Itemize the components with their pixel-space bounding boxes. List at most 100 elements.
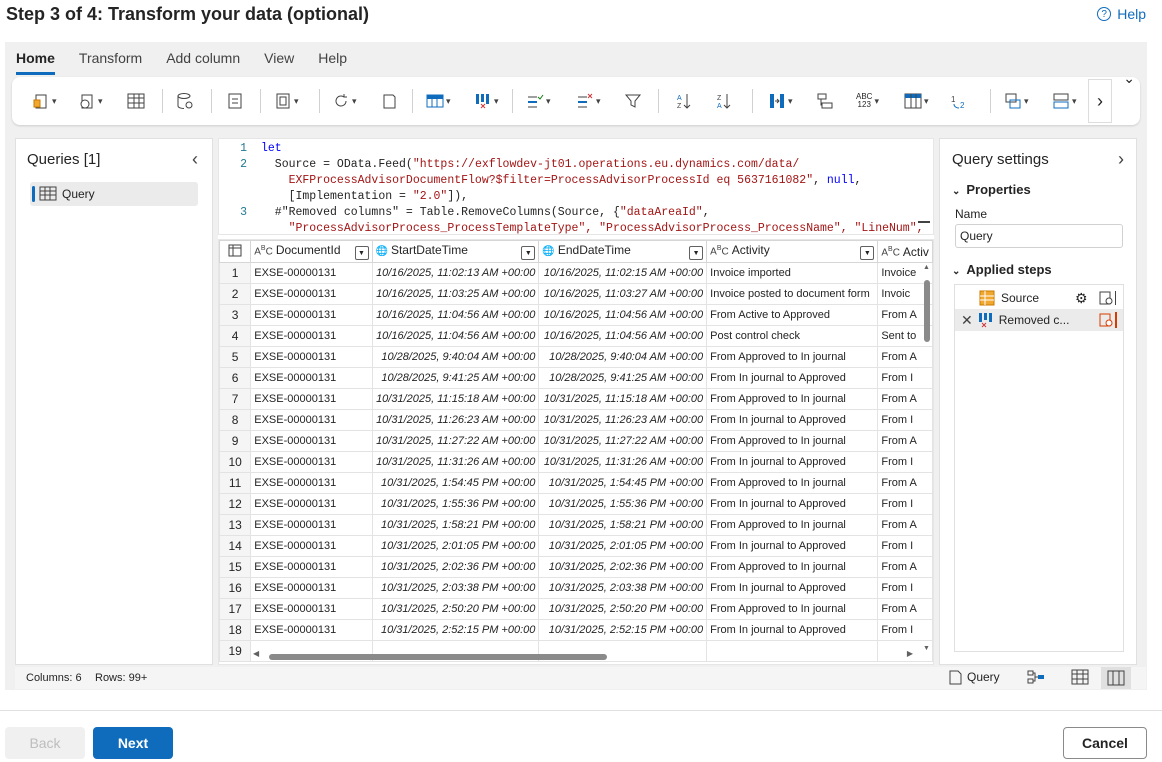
- manage-parameters-icon[interactable]: [226, 91, 244, 111]
- table-cell[interactable]: From In journal to Approved: [706, 451, 879, 473]
- table-cell[interactable]: 10/31/2025, 11:27:22 AM +00:00: [538, 430, 708, 452]
- table-cell[interactable]: 10/31/2025, 1:55:36 PM +00:00: [371, 493, 540, 515]
- table-cell[interactable]: EXSE-00000131: [250, 388, 373, 410]
- collapse-settings-icon[interactable]: ›: [1118, 149, 1124, 170]
- ribbon-more-button[interactable]: ›: [1088, 79, 1112, 123]
- table-cell[interactable]: 10/28/2025, 9:41:25 AM +00:00: [371, 367, 540, 389]
- column-header-enddatetime[interactable]: 🌐 EndDateTime ▼: [538, 240, 708, 263]
- table-cell[interactable]: 10/31/2025, 2:03:38 PM +00:00: [538, 577, 708, 599]
- table-row[interactable]: 1 EXSE-00000131 10/16/2025, 11:02:13 AM +0…: [219, 262, 933, 284]
- tab-home[interactable]: Home: [16, 48, 55, 75]
- replace-values-icon[interactable]: 12: [950, 91, 968, 111]
- table-cell[interactable]: EXSE-00000131: [250, 514, 373, 536]
- table-cell[interactable]: 10/31/2025, 2:52:15 PM +00:00: [538, 619, 708, 641]
- table-cell[interactable]: 10/31/2025, 2:01:05 PM +00:00: [538, 535, 708, 557]
- table-cell[interactable]: 10/31/2025, 11:31:26 AM +00:00: [371, 451, 540, 473]
- table-cell[interactable]: From Approved to In journal: [706, 514, 879, 536]
- table-row[interactable]: 5 EXSE-00000131 10/28/2025, 9:40:04 AM +00…: [219, 346, 933, 368]
- table-row[interactable]: 3 EXSE-00000131 10/16/2025, 11:04:56 AM +0…: [219, 304, 933, 326]
- column-header-activ[interactable]: ABC Activ: [877, 240, 933, 263]
- table-cell[interactable]: EXSE-00000131: [250, 367, 373, 389]
- select-all-icon[interactable]: [219, 240, 252, 263]
- table-row[interactable]: 2 EXSE-00000131 10/16/2025, 11:03:25 AM +0…: [219, 283, 933, 305]
- table-row[interactable]: 11 EXSE-00000131 10/31/2025, 1:54:45 PM +0…: [219, 472, 933, 494]
- table-cell[interactable]: EXSE-00000131: [250, 262, 373, 284]
- text-type-icon[interactable]: ABC: [710, 245, 729, 257]
- applied-steps-header[interactable]: ⌄ Applied steps: [952, 262, 1052, 277]
- text-type-icon[interactable]: ABC: [881, 246, 900, 258]
- table-cell[interactable]: From Approved to In journal: [706, 556, 879, 578]
- recent-sources-icon[interactable]: ▾: [78, 91, 103, 111]
- table-cell[interactable]: 10/31/2025, 2:02:36 PM +00:00: [538, 556, 708, 578]
- table-cell[interactable]: 10/31/2025, 1:58:21 PM +00:00: [371, 514, 540, 536]
- datetimezone-type-icon[interactable]: 🌐: [376, 246, 388, 257]
- data-type-icon[interactable]: ABC 123 ▾: [856, 91, 879, 111]
- back-button[interactable]: Back: [5, 727, 85, 759]
- tab-view[interactable]: View: [252, 48, 306, 75]
- datetimezone-type-icon[interactable]: 🌐: [542, 246, 554, 257]
- table-view-icon[interactable]: [1071, 669, 1089, 688]
- table-cell[interactable]: EXSE-00000131: [250, 283, 373, 305]
- table-cell[interactable]: 10/31/2025, 11:15:18 AM +00:00: [538, 388, 708, 410]
- merge-queries-icon[interactable]: ▾: [1004, 91, 1029, 111]
- column-header-activity[interactable]: ABC Activity ▼: [706, 240, 879, 263]
- table-row[interactable]: 18 EXSE-00000131 10/31/2025, 2:52:15 PM +0…: [219, 619, 933, 641]
- step-source[interactable]: Source ⚙: [955, 287, 1123, 309]
- cancel-button[interactable]: Cancel: [1063, 727, 1147, 759]
- table-cell[interactable]: 10/16/2025, 11:04:56 AM +00:00: [371, 325, 540, 347]
- table-cell[interactable]: 10/16/2025, 11:04:56 AM +00:00: [371, 304, 540, 326]
- table-row[interactable]: 16 EXSE-00000131 10/31/2025, 2:03:38 PM +0…: [219, 577, 933, 599]
- keep-rows-icon[interactable]: ▾: [526, 91, 551, 111]
- table-cell[interactable]: From In journal to Approved: [706, 535, 879, 557]
- gear-icon[interactable]: ⚙: [1075, 290, 1088, 307]
- next-button[interactable]: Next: [93, 727, 173, 759]
- table-cell[interactable]: 10/31/2025, 11:27:22 AM +00:00: [371, 430, 540, 452]
- column-filter-button[interactable]: ▼: [860, 246, 875, 260]
- table-cell[interactable]: 10/16/2025, 11:04:56 AM +00:00: [538, 325, 708, 347]
- table-row[interactable]: 9 EXSE-00000131 10/31/2025, 11:27:22 AM +0…: [219, 430, 933, 452]
- tab-help[interactable]: Help: [306, 48, 359, 75]
- table-cell[interactable]: Post control check: [706, 325, 879, 347]
- schema-view-icon[interactable]: [1101, 667, 1131, 689]
- table-row[interactable]: 6 EXSE-00000131 10/28/2025, 9:41:25 AM +00…: [219, 367, 933, 389]
- table-cell[interactable]: From Approved to In journal: [706, 598, 879, 620]
- step-removed-columns[interactable]: ✕ Removed c...: [955, 309, 1123, 331]
- options-icon[interactable]: [176, 91, 194, 111]
- properties-icon[interactable]: [380, 91, 398, 111]
- table-cell[interactable]: 10/31/2025, 11:26:23 AM +00:00: [538, 409, 708, 431]
- diagram-view-icon[interactable]: [1027, 669, 1045, 688]
- table-cell[interactable]: 10/28/2025, 9:40:04 AM +00:00: [538, 346, 708, 368]
- sort-ascending-icon[interactable]: AZ: [674, 91, 692, 111]
- formula-bar[interactable]: 1 let 2 Source = OData.Feed("https://exflo…: [218, 138, 934, 235]
- table-row[interactable]: 13 EXSE-00000131 10/31/2025, 1:58:21 PM +0…: [219, 514, 933, 536]
- get-data-icon[interactable]: ▾: [32, 91, 57, 111]
- query-list-item[interactable]: Query: [30, 182, 198, 206]
- choose-columns-icon[interactable]: ▾: [426, 91, 451, 111]
- delete-step-icon[interactable]: ✕: [961, 312, 973, 329]
- table-cell[interactable]: From In journal to Approved: [706, 367, 879, 389]
- table-row[interactable]: 17 EXSE-00000131 10/31/2025, 2:50:20 PM +0…: [219, 598, 933, 620]
- table-row[interactable]: 7 EXSE-00000131 10/31/2025, 11:15:18 AM +0…: [219, 388, 933, 410]
- filter-icon[interactable]: [624, 91, 642, 111]
- table-cell[interactable]: EXSE-00000131: [250, 430, 373, 452]
- remove-columns-icon[interactable]: ▾: [474, 91, 499, 111]
- column-header-startdatetime[interactable]: 🌐 StartDateTime ▼: [371, 240, 540, 263]
- table-cell[interactable]: EXSE-00000131: [250, 451, 373, 473]
- table-cell[interactable]: EXSE-00000131: [250, 325, 373, 347]
- table-row[interactable]: 8 EXSE-00000131 10/31/2025, 11:26:23 AM +0…: [219, 409, 933, 431]
- collapse-queries-icon[interactable]: ‹: [192, 149, 198, 170]
- table-cell[interactable]: 10/16/2025, 11:03:27 AM +00:00: [538, 283, 708, 305]
- text-type-icon[interactable]: ABC: [254, 245, 273, 257]
- column-header-documentid[interactable]: ABC DocumentId ▼: [250, 240, 373, 263]
- table-cell[interactable]: 10/16/2025, 11:04:56 AM +00:00: [538, 304, 708, 326]
- horizontal-scrollbar[interactable]: ◀ ▶: [253, 649, 913, 661]
- vertical-scrollbar[interactable]: ▲ ▼: [923, 264, 931, 652]
- table-cell[interactable]: EXSE-00000131: [250, 472, 373, 494]
- table-cell[interactable]: From Approved to In journal: [706, 430, 879, 452]
- query-name-input[interactable]: Query: [955, 224, 1123, 248]
- table-cell[interactable]: 10/31/2025, 1:55:36 PM +00:00: [538, 493, 708, 515]
- collapse-formula-icon[interactable]: [918, 221, 930, 223]
- table-cell[interactable]: From Approved to In journal: [706, 388, 879, 410]
- sort-descending-icon[interactable]: ZA: [714, 91, 732, 111]
- table-cell[interactable]: 10/31/2025, 1:58:21 PM +00:00: [538, 514, 708, 536]
